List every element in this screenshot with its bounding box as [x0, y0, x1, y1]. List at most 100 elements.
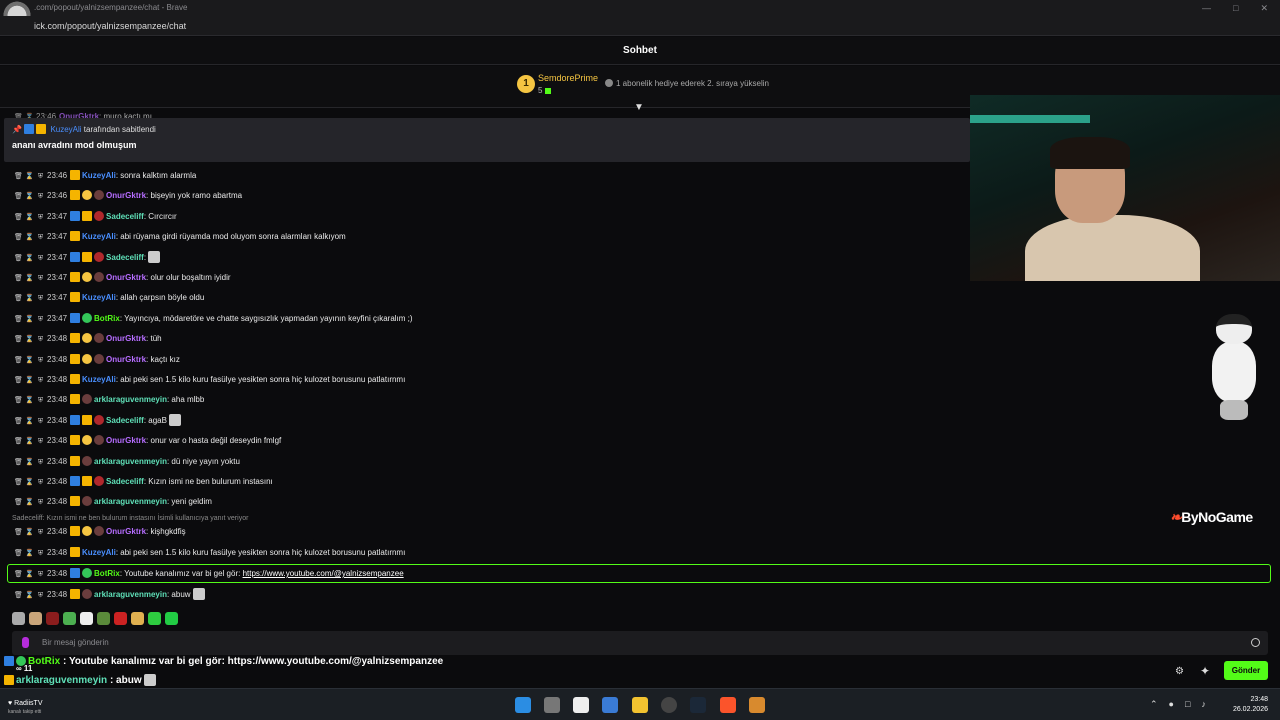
shield-icon[interactable]: ⛨	[36, 496, 45, 510]
message-user[interactable]: KuzeyAli	[82, 232, 116, 241]
message-user[interactable]: OnurGktrk	[106, 191, 146, 200]
emote-red-icon[interactable]	[46, 612, 59, 625]
gift-sub-icon[interactable]: ✦	[1200, 664, 1210, 678]
timeout-icon[interactable]: ⌛	[25, 292, 34, 306]
shield-icon[interactable]: ⛨	[36, 526, 45, 540]
emote-ghost-icon[interactable]	[80, 612, 93, 625]
timeout-icon[interactable]: ⌛	[25, 415, 34, 429]
message-user[interactable]: OnurGktrk	[106, 273, 146, 282]
delete-icon[interactable]: 🗑	[14, 394, 23, 408]
message-user[interactable]: OnurGktrk	[106, 436, 146, 445]
shield-icon[interactable]: ⛨	[36, 272, 45, 286]
timeout-icon[interactable]: ⌛	[25, 476, 34, 490]
app-notepad-icon[interactable]	[573, 697, 589, 713]
emote-cat-icon[interactable]	[12, 612, 25, 625]
timeout-icon[interactable]: ⌛	[25, 211, 34, 225]
delete-icon[interactable]: 🗑	[14, 211, 23, 225]
app-media-icon[interactable]	[749, 697, 765, 713]
shield-icon[interactable]: ⛨	[36, 170, 45, 184]
emote-pepe-icon[interactable]	[97, 612, 110, 625]
app-obs-icon[interactable]	[661, 697, 677, 713]
display-icon[interactable]: □	[1185, 699, 1190, 710]
url-text[interactable]: ick.com/popout/yalnizsempanzee/chat	[34, 21, 186, 31]
timeout-icon[interactable]: ⌛	[25, 231, 34, 245]
input-placeholder[interactable]: Bir mesaj gönderin	[42, 638, 109, 647]
settings-icon[interactable]: ⚙	[1175, 666, 1184, 677]
message-user[interactable]: BotRix	[94, 314, 120, 323]
steam-icon[interactable]	[690, 697, 706, 713]
shield-icon[interactable]: ⛨	[36, 589, 45, 603]
timeout-icon[interactable]: ⌛	[25, 456, 34, 470]
message-user[interactable]: KuzeyAli	[82, 375, 116, 384]
delete-icon[interactable]: 🗑	[14, 252, 23, 266]
emote-green-icon[interactable]	[148, 612, 161, 625]
address-bar[interactable]: ick.com/popout/yalnizsempanzee/chat ⚲ ▲ …	[0, 16, 1280, 48]
delete-icon[interactable]: 🗑	[14, 526, 23, 540]
timeout-icon[interactable]: ⌛	[25, 190, 34, 204]
delete-icon[interactable]: 🗑	[14, 374, 23, 388]
timeout-icon[interactable]: ⌛	[25, 252, 34, 266]
delete-icon[interactable]: 🗑	[14, 415, 23, 429]
taskbar-clock[interactable]: 23:48 26.02.2026	[1233, 695, 1268, 715]
message-user[interactable]: Sadeceliff	[106, 253, 144, 262]
timeout-icon[interactable]: ⌛	[25, 313, 34, 327]
message-user[interactable]: arklaraguvenmeyin	[94, 497, 167, 506]
timeout-icon[interactable]: ⌛	[25, 547, 34, 561]
message-user[interactable]: Sadeceliff	[106, 416, 144, 425]
timeout-icon[interactable]: ⌛	[25, 272, 34, 286]
timeout-icon[interactable]: ⌛	[25, 374, 34, 388]
delete-icon[interactable]: 🗑	[14, 456, 23, 470]
shield-icon[interactable]: ⛨	[36, 394, 45, 408]
shield-icon[interactable]: ⛨	[36, 456, 45, 470]
delete-icon[interactable]: 🗑	[14, 190, 23, 204]
message-user[interactable]: KuzeyAli	[82, 548, 116, 557]
taskbar-notification[interactable]: ♥ RadiisTV kanalı takip etti	[8, 699, 43, 717]
timeout-icon[interactable]: ⌛	[25, 435, 34, 449]
message-user[interactable]: arklaraguvenmeyin	[94, 590, 167, 599]
timeout-icon[interactable]: ⌛	[25, 170, 34, 184]
emote-face-icon[interactable]	[29, 612, 42, 625]
shield-icon[interactable]: ⛨	[36, 292, 45, 306]
timeout-icon[interactable]: ⌛	[25, 394, 34, 408]
timeout-icon[interactable]: ⌛	[25, 589, 34, 603]
shield-icon[interactable]: ⛨	[36, 333, 45, 347]
shield-icon[interactable]: ⛨	[36, 252, 45, 266]
shield-icon[interactable]: ⛨	[36, 211, 45, 225]
emoji-icon[interactable]	[1251, 638, 1260, 647]
maximize-icon[interactable]: □	[1233, 0, 1238, 16]
shield-icon[interactable]: ⛨	[36, 190, 45, 204]
shield-icon[interactable]: ⛨	[36, 547, 45, 561]
timeout-icon[interactable]: ⌛	[25, 526, 34, 540]
delete-icon[interactable]: 🗑	[14, 272, 23, 286]
file-explorer-icon[interactable]	[632, 697, 648, 713]
message-user[interactable]: OnurGktrk	[106, 334, 146, 343]
delete-icon[interactable]: 🗑	[14, 589, 23, 603]
delete-icon[interactable]: 🗑	[14, 547, 23, 561]
task-view-icon[interactable]	[544, 697, 560, 713]
message-user[interactable]: OnurGktrk	[106, 355, 146, 364]
send-button[interactable]: Gönder	[1224, 661, 1268, 680]
shield-icon[interactable]: ⛨	[36, 435, 45, 449]
delete-icon[interactable]: 🗑	[14, 354, 23, 368]
shield-icon[interactable]: ⛨	[36, 476, 45, 490]
timeout-icon[interactable]: ⌛	[25, 333, 34, 347]
message-user[interactable]: KuzeyAli	[82, 171, 116, 180]
message-user[interactable]: Sadeceliff	[106, 477, 144, 486]
delete-icon[interactable]: 🗑	[14, 435, 23, 449]
windows-start-icon[interactable]	[515, 697, 531, 713]
collapse-arrow-icon[interactable]: ▼	[634, 102, 644, 113]
delete-icon[interactable]: 🗑	[14, 333, 23, 347]
emote-slime-icon[interactable]	[165, 612, 178, 625]
emote-angry-icon[interactable]	[114, 612, 127, 625]
microphone-icon[interactable]: ●	[1169, 699, 1174, 710]
message-user[interactable]: arklaraguvenmeyin	[94, 395, 167, 404]
message-user[interactable]: Sadeceliff	[106, 212, 144, 221]
pinned-by-user[interactable]: KuzeyAli	[50, 125, 81, 134]
shield-icon[interactable]: ⛨	[36, 374, 45, 388]
shield-icon[interactable]: ⛨	[36, 415, 45, 429]
timeout-icon[interactable]: ⌛	[25, 354, 34, 368]
volume-icon[interactable]: ♪	[1201, 699, 1206, 710]
gifter-name[interactable]: SemdorePrime	[538, 73, 598, 83]
shield-icon[interactable]: ⛨	[36, 354, 45, 368]
tray-chevron-icon[interactable]: ⌃	[1150, 699, 1158, 710]
